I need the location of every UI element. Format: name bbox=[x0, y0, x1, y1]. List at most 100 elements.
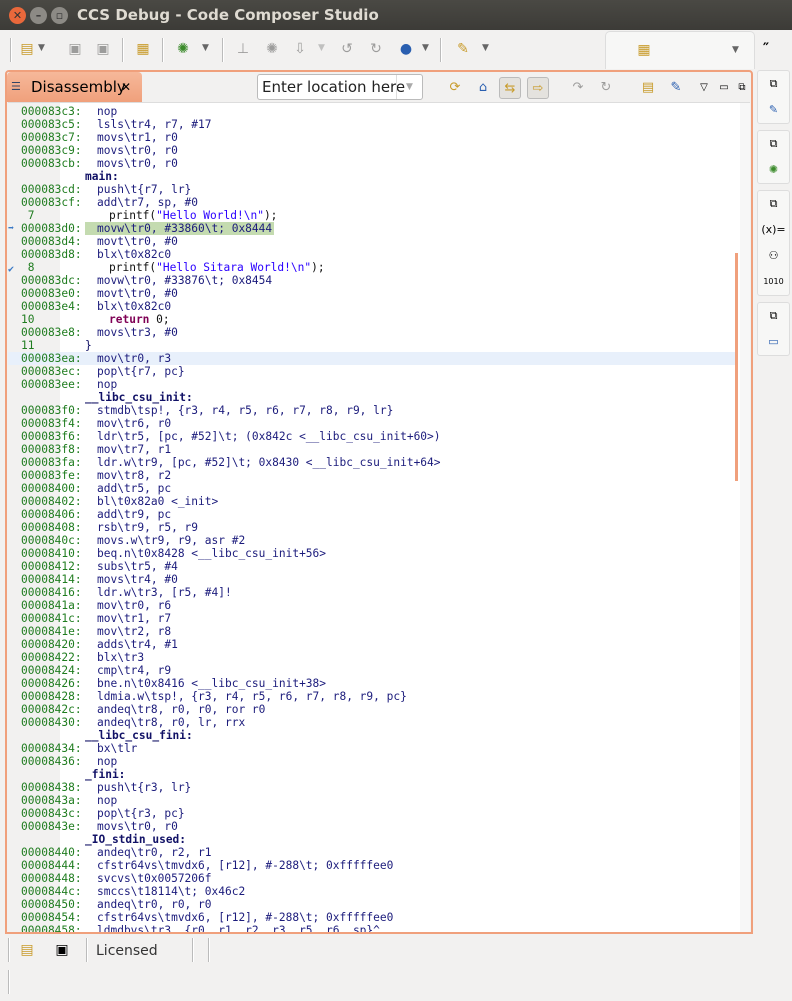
disassembly-row[interactable]: 00008444: cfstr64vs\tmvdx6, [r12], #-288\… bbox=[8, 859, 736, 872]
home-icon[interactable]: ⌂ bbox=[472, 77, 494, 99]
disassembly-row[interactable]: 00008422: blx\tr3 bbox=[8, 651, 736, 664]
disassembly-row[interactable]: 000083ee: nop bbox=[8, 378, 736, 391]
debug-config-icon[interactable]: ✺ bbox=[262, 39, 282, 59]
disassembly-row[interactable]: 000083e0: movt\tr0, #0 bbox=[8, 287, 736, 300]
disassembly-row[interactable]: 000083d8: blx\t0x82c0 bbox=[8, 248, 736, 261]
chevron-down-icon[interactable]: ▼ bbox=[732, 45, 739, 55]
load-program-icon[interactable]: ⇩ bbox=[290, 39, 310, 59]
connect-target-icon[interactable]: ⊥ bbox=[233, 39, 253, 59]
disassembly-row[interactable]: 00008440: andeq\tr0, r2, r1 bbox=[8, 846, 736, 859]
disassembly-row[interactable]: 000083c5: lsls\tr4, r7, #17 bbox=[8, 118, 736, 131]
new-icon[interactable]: ▤ bbox=[17, 940, 37, 960]
disassembly-row[interactable]: 0000844c: smccs\t18114\t; 0x46c2 bbox=[8, 885, 736, 898]
target-config-icon[interactable]: ▣ bbox=[52, 940, 72, 960]
refresh-icon[interactable]: ⟳ bbox=[444, 77, 466, 99]
view-menu-icon[interactable]: ▽ bbox=[693, 77, 715, 99]
disassembly-row[interactable]: __libc_csu_fini: bbox=[8, 729, 736, 742]
disassembly-row[interactable]: 00008406: add\tr9, pc bbox=[8, 508, 736, 521]
disassembly-row[interactable]: 000083ea: mov\tr0, r3 bbox=[8, 352, 736, 365]
overview-ruler[interactable] bbox=[740, 103, 750, 932]
console-icon[interactable]: ▭ bbox=[758, 329, 789, 355]
expressions-icon[interactable]: ⚇ bbox=[758, 243, 789, 269]
restart-icon[interactable]: ↺ bbox=[337, 39, 357, 59]
restore-icon[interactable]: ⧉ bbox=[758, 131, 789, 157]
disassembly-row[interactable]: 000083fa: ldr.w\tr9, [pc, #52]\t; 0x8430 … bbox=[8, 456, 736, 469]
disassembly-row[interactable]: 000083fe: mov\tr8, r2 bbox=[8, 469, 736, 482]
disassembly-row[interactable]: 00008420: adds\tr4, #1 bbox=[8, 638, 736, 651]
disassembly-row[interactable]: 0000843a: nop bbox=[8, 794, 736, 807]
disassembly-row[interactable]: 00008426: bne.n\t0x8416 <__libc_csu_init+… bbox=[8, 677, 736, 690]
open-perspective-icon[interactable]: ▦ bbox=[133, 39, 153, 59]
disassembly-editor[interactable]: 000083c3: nop 000083c5: lsls\tr4, r7, #17 00… bbox=[8, 102, 750, 932]
tools-icon[interactable]: ✎ bbox=[453, 39, 473, 59]
chevron-down-icon[interactable]: ▼ bbox=[482, 43, 489, 53]
disassembly-row[interactable]: 00008414: movs\tr4, #0 bbox=[8, 573, 736, 586]
disassembly-row[interactable]: main: bbox=[8, 170, 736, 183]
save-all-icon[interactable]: ▣ bbox=[93, 39, 113, 59]
disassembly-row[interactable]: 00008416: ldr.w\tr3, [r5, #4]! bbox=[8, 586, 736, 599]
disassembly-row[interactable]: 00008412: subs\tr5, #4 bbox=[8, 560, 736, 573]
disassembly-row[interactable]: ➡ 000083d0: movw\tr0, #33860\t; 0x8444 bbox=[8, 222, 736, 235]
more-toolbar-icon[interactable]: ″ bbox=[756, 39, 776, 59]
disassembly-row[interactable]: 000083c3: nop bbox=[8, 105, 736, 118]
disassembly-row[interactable]: 0000841c: mov\tr1, r7 bbox=[8, 612, 736, 625]
disassembly-row[interactable]: 7 printf("Hello World!\n"); bbox=[8, 209, 736, 222]
open-perspective-icon[interactable]: ▦ bbox=[634, 40, 654, 60]
chevron-down-icon[interactable]: ▼ bbox=[396, 75, 422, 99]
disassembly-row[interactable]: 00008450: andeq\tr0, r0, r0 bbox=[8, 898, 736, 911]
disassembly-row[interactable]: 00008438: push\t{r3, lr} bbox=[8, 781, 736, 794]
disassembly-row[interactable]: 0000842c: andeq\tr8, r0, r0, ror r0 bbox=[8, 703, 736, 716]
disassembly-row[interactable]: 0000843e: movs\tr0, r0 bbox=[8, 820, 736, 833]
clock-icon[interactable]: ● bbox=[396, 39, 416, 59]
chevron-down-icon[interactable]: ▼ bbox=[38, 43, 45, 53]
show-source-icon[interactable]: ⇨ bbox=[527, 77, 549, 99]
disassembly-row[interactable]: 00008436: nop bbox=[8, 755, 736, 768]
disassembly-row[interactable]: _IO_stdin_used: bbox=[8, 833, 736, 846]
pin-icon[interactable]: ✎ bbox=[665, 77, 687, 99]
disassembly-row[interactable]: 11} bbox=[8, 339, 736, 352]
disassembly-row[interactable]: 000083c7: movs\tr1, r0 bbox=[8, 131, 736, 144]
location-input[interactable]: Enter location here ▼ bbox=[257, 74, 423, 100]
debug-bug-icon[interactable]: ✺ bbox=[173, 39, 193, 59]
disassembly-row[interactable]: 000083f4: mov\tr6, r0 bbox=[8, 417, 736, 430]
close-icon[interactable]: ✕ bbox=[121, 72, 131, 102]
disassembly-row[interactable]: 00008400: add\tr5, pc bbox=[8, 482, 736, 495]
tab-disassembly[interactable]: ☰ Disassembly ✕ bbox=[7, 72, 142, 102]
disassembly-row[interactable]: 00008430: andeq\tr8, r0, lr, rrx bbox=[8, 716, 736, 729]
disassembly-row[interactable]: 0000840c: movs.w\tr9, r9, asr #2 bbox=[8, 534, 736, 547]
disassembly-row[interactable]: 000083cd: push\t{r7, lr} bbox=[8, 183, 736, 196]
redo-icon[interactable]: ↻ bbox=[595, 77, 617, 99]
memory-icon[interactable]: 1010 bbox=[758, 269, 789, 295]
perspective-switcher[interactable]: ▦ ▼ bbox=[605, 31, 755, 69]
editor-icon[interactable]: ✎ bbox=[758, 97, 789, 123]
chevron-down-icon[interactable]: ▼ bbox=[318, 43, 325, 53]
chevron-down-icon[interactable]: ▼ bbox=[422, 43, 429, 53]
disassembly-row[interactable]: 00008428: ldmia.w\tsp!, {r3, r4, r5, r6, … bbox=[8, 690, 736, 703]
disassembly-row[interactable]: 000083f6: ldr\tr5, [pc, #52]\t; (0x842c <… bbox=[8, 430, 736, 443]
debug-bug-icon[interactable]: ✺ bbox=[758, 157, 789, 183]
disassembly-row[interactable]: 0000843c: pop\t{r3, pc} bbox=[8, 807, 736, 820]
variables-icon[interactable]: (x)= bbox=[758, 217, 789, 243]
disassembly-row[interactable]: 00008424: cmp\tr4, r9 bbox=[8, 664, 736, 677]
disassembly-row[interactable]: 000083ec: pop\t{r7, pc} bbox=[8, 365, 736, 378]
disassembly-row[interactable]: 0000841a: mov\tr0, r6 bbox=[8, 599, 736, 612]
disassembly-row[interactable]: 00008454: cfstr64vs\tmvdx6, [r12], #-288\… bbox=[8, 911, 736, 924]
chevron-down-icon[interactable]: ▼ bbox=[202, 43, 209, 53]
disassembly-row[interactable]: 000083dc: movw\tr0, #33876\t; 0x8454 bbox=[8, 274, 736, 287]
maximize-icon[interactable]: ⧉ bbox=[731, 77, 753, 99]
minimize-window-button[interactable]: – bbox=[30, 7, 47, 24]
disassembly-row[interactable]: 10 return 0; bbox=[8, 313, 736, 326]
new-icon[interactable]: ▤ bbox=[17, 39, 37, 59]
disassembly-row[interactable]: 00008402: bl\t0x82a0 <_init> bbox=[8, 495, 736, 508]
disassembly-row[interactable]: 00008408: rsb\tr9, r5, r9 bbox=[8, 521, 736, 534]
link-with-active-context-icon[interactable]: ⇆ bbox=[499, 77, 521, 99]
disassembly-row[interactable]: 000083d4: movt\tr0, #0 bbox=[8, 235, 736, 248]
disassembly-row[interactable]: 000083f0: stmdb\tsp!, {r3, r4, r5, r6, r7… bbox=[8, 404, 736, 417]
new-view-icon[interactable]: ▤ bbox=[637, 77, 659, 99]
disassembly-row[interactable]: 00008434: bx\tlr bbox=[8, 742, 736, 755]
disassembly-row[interactable]: 000083cf: add\tr7, sp, #0 bbox=[8, 196, 736, 209]
disassembly-row[interactable]: 000083cb: movs\tr0, r0 bbox=[8, 157, 736, 170]
save-icon[interactable]: ▣ bbox=[65, 39, 85, 59]
disassembly-row[interactable]: 000083c9: movs\tr0, r0 bbox=[8, 144, 736, 157]
step-over-icon[interactable]: ↷ bbox=[567, 77, 589, 99]
